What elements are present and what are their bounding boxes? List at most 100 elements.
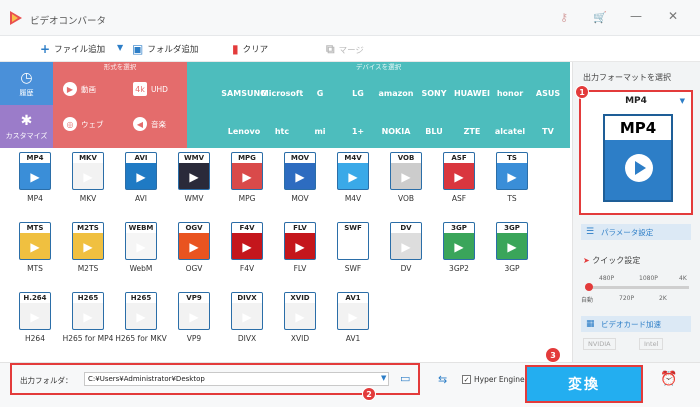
device-brand-1-9[interactable]: TV — [529, 112, 567, 150]
device-brand-0-7[interactable]: HUAWEI — [453, 74, 491, 112]
format-label: H265 for MKV — [115, 334, 167, 343]
add-folder-button[interactable]: ▣ フォルダ追加 — [132, 42, 198, 56]
format-item[interactable]: AV1 ▶ AV1 — [333, 292, 373, 343]
res-auto: 自動 — [581, 297, 594, 304]
gpu-accel-label: ビデオカード加速 — [601, 319, 661, 329]
format-item[interactable]: DV ▶ DV — [386, 222, 426, 273]
key-icon[interactable]: ⚷ — [560, 11, 568, 24]
checkbox-checked-icon[interactable]: ✓ — [462, 375, 471, 384]
file-transfer-icon[interactable]: ⇆ — [438, 373, 447, 386]
selected-format-label: MP4 — [625, 96, 647, 106]
alarm-clock-icon[interactable]: ⏰ — [660, 371, 677, 387]
intel-option[interactable]: Intel — [639, 338, 664, 350]
format-icon-picture: ▶ — [189, 310, 199, 324]
device-brand-0-5[interactable]: amazon — [377, 74, 415, 112]
cart-icon[interactable]: 🛒 — [593, 11, 607, 24]
parameter-settings-button[interactable]: ☰ パラメータ設定 — [581, 224, 691, 240]
format-icon-picture: ▶ — [242, 240, 252, 254]
format-label: VP9 — [186, 334, 202, 343]
output-folder-input[interactable]: C:¥Users¥Administrator¥Desktop — [84, 372, 389, 386]
minimize-button[interactable]: — — [630, 9, 642, 23]
format-item[interactable]: H265 ▶ H265 for MKV — [115, 292, 167, 343]
folder-open-icon[interactable]: ▭ — [400, 372, 410, 385]
selected-format-box[interactable]: MP4 ▼ MP4 — [579, 90, 693, 215]
format-item[interactable]: DIVX ▶ DIVX — [227, 292, 267, 343]
format-item[interactable]: MKV ▶ MKV — [68, 152, 108, 203]
format-item[interactable]: 3GP ▶ 3GP2 — [439, 222, 479, 273]
format-item[interactable]: M2TS ▶ M2TS — [68, 222, 108, 273]
tab-history[interactable]: ◷ 履歴 — [0, 62, 53, 105]
format-item[interactable]: ASF ▶ ASF — [439, 152, 479, 203]
device-brand-1-8[interactable]: alcatel — [491, 112, 529, 150]
format-item[interactable]: SWF ▶ SWF — [333, 222, 373, 273]
format-item[interactable]: TS ▶ TS — [492, 152, 532, 203]
device-brand-1-4[interactable]: 1+ — [339, 112, 377, 150]
format-icon-picture: ▶ — [401, 240, 411, 254]
category-music[interactable]: ◀ 音楽 — [133, 117, 166, 131]
format-item[interactable]: F4V ▶ F4V — [227, 222, 267, 273]
add-file-button[interactable]: + ファイル追加 — [40, 42, 105, 56]
format-label: VOB — [397, 194, 415, 203]
app-title: ビデオコンバータ — [30, 16, 107, 27]
format-item[interactable]: VP9 ▶ VP9 — [174, 292, 214, 343]
format-icon: AVI ▶ — [125, 152, 157, 190]
format-icon-ext: MKV — [73, 153, 103, 163]
chevron-down-icon[interactable]: ▼ — [381, 374, 386, 382]
device-brand-0-4[interactable]: LG — [339, 74, 377, 112]
format-item[interactable]: XVID ▶ XVID — [280, 292, 320, 343]
format-icon-picture: ▶ — [348, 310, 358, 324]
format-label: H264 — [25, 334, 45, 343]
format-item[interactable]: FLV ▶ FLV — [280, 222, 320, 273]
merge-button[interactable]: ⧉ マージ — [326, 42, 364, 57]
format-icon-ext: TS — [497, 153, 527, 163]
device-brand-1-6[interactable]: BLU — [415, 112, 453, 150]
device-brand-1-7[interactable]: ZTE — [453, 112, 491, 150]
format-item[interactable]: WMV ▶ WMV — [174, 152, 214, 203]
format-icon-ext: F4V — [232, 223, 262, 233]
format-icon: H265 ▶ — [72, 292, 104, 330]
device-brand-1-1[interactable]: Lenovo — [225, 112, 263, 150]
device-brand-0-9[interactable]: ASUS — [529, 74, 567, 112]
format-item[interactable]: MTS ▶ MTS — [15, 222, 55, 273]
clear-button[interactable]: ▮ クリア — [232, 42, 268, 56]
tab-custom[interactable]: ✱ カスタマイズ — [0, 105, 53, 148]
chevron-down-icon[interactable]: ▼ — [680, 97, 685, 105]
device-brand-1-5[interactable]: NOKIA — [377, 112, 415, 150]
format-item[interactable]: 3GP ▶ 3GP — [492, 222, 532, 273]
device-brand-0-2[interactable]: Microsoft — [261, 74, 303, 112]
nvidia-option[interactable]: NVIDIA — [583, 338, 616, 350]
device-brand-1-0[interactable] — [187, 112, 225, 150]
format-item[interactable]: M4V ▶ M4V — [333, 152, 373, 203]
format-item[interactable]: MOV ▶ MOV — [280, 152, 320, 203]
format-item[interactable]: MPG ▶ MPG — [227, 152, 267, 203]
device-brand-0-3[interactable]: G — [301, 74, 339, 112]
format-icon-picture: ▶ — [30, 240, 40, 254]
device-brand-0-0[interactable] — [187, 74, 225, 112]
category-video[interactable]: ▶ 動画 — [63, 82, 96, 96]
hyper-engine-checkbox[interactable]: ✓ Hyper Engine — [462, 375, 525, 384]
device-brand-0-6[interactable]: SONY — [415, 74, 453, 112]
format-item[interactable]: VOB ▶ VOB — [386, 152, 426, 203]
format-item[interactable]: OGV ▶ OGV — [174, 222, 214, 273]
device-brand-0-1[interactable]: SAMSUNG — [221, 74, 266, 112]
category-web[interactable]: ◎ ウェブ — [63, 117, 104, 131]
device-brand-0-8[interactable]: honor — [491, 74, 529, 112]
format-item[interactable]: H265 ▶ H265 for MP4 — [63, 292, 113, 343]
format-item[interactable]: H.264 ▶ H264 — [15, 292, 55, 343]
format-icon-ext: M4V — [338, 153, 368, 163]
close-button[interactable]: ✕ — [668, 9, 678, 23]
chevron-down-icon[interactable]: ▼ — [117, 43, 123, 52]
format-item[interactable]: WEBM ▶ WebM — [121, 222, 161, 273]
quality-slider-handle[interactable] — [585, 283, 593, 291]
format-item[interactable]: AVI ▶ AVI — [121, 152, 161, 203]
format-item[interactable]: MP4 ▶ MP4 — [15, 152, 55, 203]
device-brand-1-3[interactable]: mi — [301, 112, 339, 150]
gpu-accel-button[interactable]: ▦ ビデオカード加速 — [581, 316, 691, 332]
convert-button[interactable]: 変換 — [525, 365, 643, 403]
device-brand-1-2[interactable]: htc — [263, 112, 301, 150]
folder-plus-icon: ▣ — [132, 42, 144, 56]
category-uhd[interactable]: 4k UHD — [133, 82, 168, 96]
quality-slider[interactable] — [585, 283, 689, 291]
format-label: TS — [507, 194, 517, 203]
format-icon-ext: DV — [391, 223, 421, 233]
